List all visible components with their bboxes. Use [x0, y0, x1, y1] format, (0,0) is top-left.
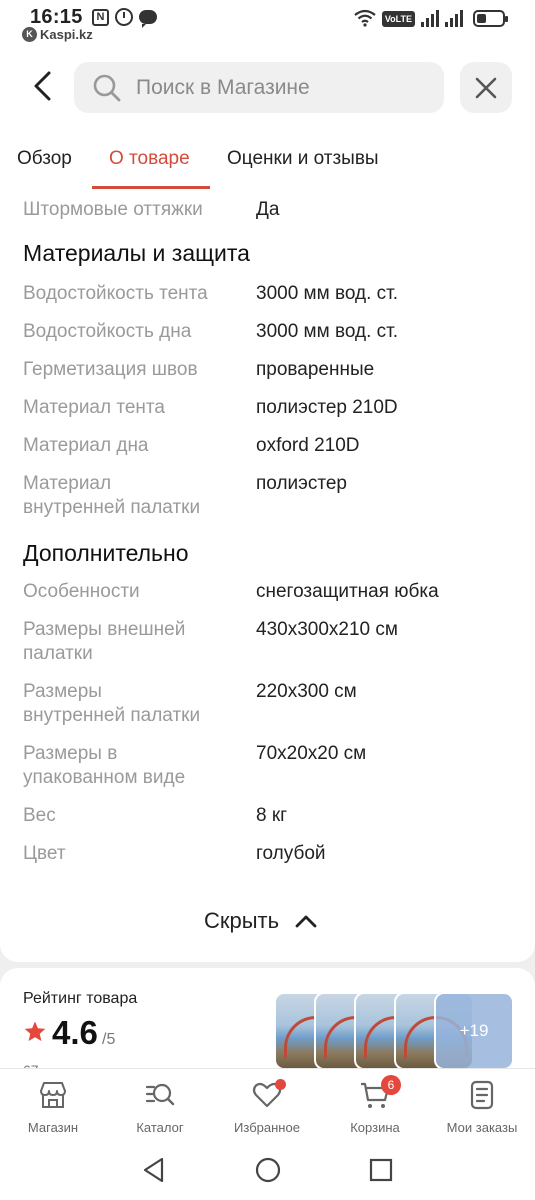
chevron-left-icon: [34, 71, 51, 101]
spec-value: проваренные: [256, 359, 375, 380]
spec-key: Герметизация швов: [23, 359, 198, 380]
spec-value: 220x300 см: [256, 681, 357, 702]
spec-key: Особенности: [23, 581, 140, 602]
nav-item-orders[interactable]: Мои заказы: [432, 1079, 532, 1135]
search-input[interactable]: Поиск в Магазине: [74, 62, 444, 113]
rating-max: /5: [102, 1031, 116, 1048]
wifi-icon: [354, 9, 376, 27]
spec-value: 430x300x210 см: [256, 619, 398, 640]
spec-key-line: внутренней палатки: [23, 705, 201, 726]
spec-key: Размеры в упакованном виде: [23, 742, 238, 790]
spec-key: Материал внутренней палатки: [23, 472, 238, 520]
spec-key: Цвет: [23, 843, 66, 864]
app-name-label: Kaspi.kz: [40, 27, 93, 42]
catalog-icon: [145, 1083, 175, 1106]
spec-key: Штормовые оттяжки: [23, 199, 203, 220]
nav-label: Избранное: [234, 1120, 300, 1135]
nav-label: Мои заказы: [446, 1120, 518, 1135]
search-placeholder: Поиск в Магазине: [136, 75, 310, 99]
spec-value: полиэстер 210D: [256, 397, 398, 418]
hide-specs-label: Скрыть: [204, 908, 280, 933]
spec-value: голубой: [256, 843, 326, 864]
status-notification-icons: N: [92, 8, 157, 28]
system-recents-icon[interactable]: [367, 1156, 395, 1184]
product-tabs: Обзор О товаре Оценки и отзывы: [0, 128, 535, 190]
spec-value: Да: [256, 199, 280, 220]
shop-icon: [40, 1082, 66, 1108]
nav-item-shop[interactable]: Магазин: [3, 1079, 103, 1135]
close-search-button[interactable]: [460, 62, 512, 113]
battery-icon: [473, 10, 508, 27]
orders-icon: [470, 1080, 494, 1110]
nav-label: Корзина: [350, 1120, 400, 1135]
spec-key: Размеры внутренней палатки: [23, 680, 238, 728]
rating-title: Рейтинг товара: [23, 990, 138, 1007]
spec-key-line: Материал: [23, 473, 112, 494]
nav-item-catalog[interactable]: Каталог: [110, 1079, 210, 1135]
tab-overview[interactable]: Обзор: [17, 148, 72, 170]
section-title-extra: Дополнительно: [23, 540, 189, 566]
alarm-icon: [115, 8, 133, 26]
spec-key: Водостойкость тента: [23, 283, 208, 304]
signal-2-icon: [445, 9, 463, 27]
spec-key-line: упакованном виде: [23, 767, 186, 788]
message-icon: [139, 10, 157, 28]
spec-key-line: Размеры в: [23, 743, 118, 764]
spec-value: 8 кг: [256, 805, 288, 826]
cart-count-badge: 6: [381, 1075, 401, 1095]
spec-value: oxford 210D: [256, 435, 360, 456]
spec-value: полиэстер: [256, 473, 347, 494]
more-photos-button[interactable]: +19: [434, 992, 514, 1070]
status-bar: 16:15 N K Kaspi.kz VoLTE: [0, 0, 535, 48]
product-specs: Штормовые оттяжки Да Материалы и защита …: [0, 190, 535, 962]
spec-key-line: внутренней палатки: [23, 497, 201, 518]
spec-value: 70x20x20 см: [256, 743, 367, 764]
nav-item-cart[interactable]: 6 Корзина: [325, 1075, 425, 1135]
star-icon: [24, 1021, 46, 1041]
chevron-up-icon: [295, 915, 317, 928]
tab-about-product[interactable]: О товаре: [109, 148, 190, 170]
kaspi-logo-icon: K: [22, 27, 37, 42]
system-home-icon[interactable]: [254, 1156, 282, 1184]
hide-specs-button[interactable]: Скрыть: [204, 908, 317, 934]
spec-key: Материал дна: [23, 435, 149, 456]
nfc-icon: N: [92, 8, 109, 26]
app-name: K Kaspi.kz: [22, 27, 93, 42]
close-icon: [475, 77, 497, 98]
system-navigation-bar: [0, 1140, 535, 1200]
favorites-indicator-dot: [275, 1079, 286, 1090]
review-photos[interactable]: +19: [274, 992, 514, 1070]
status-time: 16:15: [30, 6, 83, 28]
spec-key: Водостойкость дна: [23, 321, 192, 342]
system-back-icon[interactable]: [140, 1156, 168, 1184]
active-tab-indicator: [92, 186, 210, 189]
back-button[interactable]: [22, 64, 62, 108]
spec-key: Материал тента: [23, 397, 165, 418]
spec-value: 3000 мм вод. ст.: [256, 321, 398, 342]
spec-key-line: палатки: [23, 643, 93, 664]
nav-label: Магазин: [27, 1120, 79, 1135]
volte-badge: VoLTE: [381, 11, 415, 27]
search-icon: [93, 74, 121, 101]
tab-reviews[interactable]: Оценки и отзывы: [227, 148, 379, 170]
bottom-navigation: Магазин Каталог Избранное 6 Корзина Мои …: [0, 1068, 535, 1140]
spec-value: 3000 мм вод. ст.: [256, 283, 398, 304]
nav-label: Каталог: [136, 1120, 184, 1135]
spec-value: снегозащитная юбка: [256, 581, 439, 602]
spec-key: Размеры внешней палатки: [23, 618, 238, 666]
section-title-materials: Материалы и защита: [23, 240, 250, 266]
signal-1-icon: [421, 9, 439, 27]
rating-value: 4.6: [52, 1014, 98, 1051]
nav-item-favorites[interactable]: Избранное: [217, 1079, 317, 1135]
spec-key: Вес: [23, 805, 56, 826]
spec-key-line: Размеры: [23, 681, 102, 702]
top-bar: Поиск в Магазине: [0, 48, 535, 128]
status-system-icons: VoLTE: [354, 9, 508, 27]
spec-key-line: Размеры внешней: [23, 619, 186, 640]
